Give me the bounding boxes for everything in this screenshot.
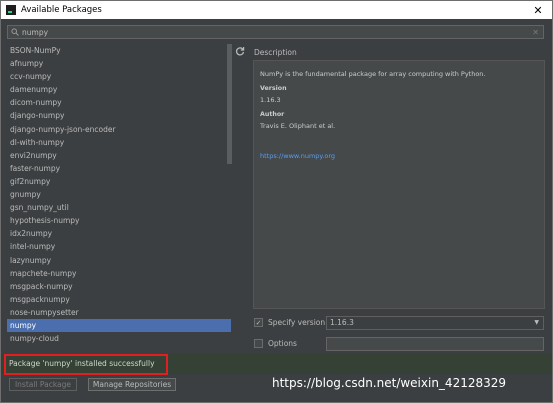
clear-search-icon[interactable]: ✕: [532, 26, 539, 39]
package-list[interactable]: BSON-NumPy afnumpy ccv-numpy damenumpy dicom…: [7, 44, 231, 349]
status-message: Package 'numpy' installed successfully: [1, 354, 552, 374]
package-list-item[interactable]: dicom-numpy: [7, 96, 231, 109]
package-author: Travis E. Oliphant et al.: [260, 122, 336, 130]
options-input[interactable]: [326, 337, 544, 351]
close-button[interactable]: ✕: [524, 1, 552, 19]
version-select-value: 1.16.3: [330, 318, 354, 327]
pycharm-app-icon: [6, 5, 16, 15]
package-version: 1.16.3: [260, 96, 281, 104]
package-list-item[interactable]: lazynumpy: [7, 254, 231, 267]
author-heading: Author: [260, 111, 285, 118]
available-packages-dialog: Available Packages ✕ numpy ✕ BSON-NumPy a…: [0, 0, 553, 403]
package-list-item[interactable]: gsn_numpy_util: [7, 201, 231, 214]
specify-version-checkbox[interactable]: ✓: [254, 318, 263, 327]
package-list-item[interactable]: ccv-numpy: [7, 70, 231, 83]
package-list-item[interactable]: idx2numpy: [7, 227, 231, 240]
package-list-item[interactable]: numpy-cloud: [7, 332, 231, 345]
package-list-item[interactable]: msgpacknumpy: [7, 293, 231, 306]
options-row[interactable]: Options: [254, 339, 297, 348]
manage-repositories-button[interactable]: Manage Repositories: [88, 378, 176, 391]
homepage-link[interactable]: https://www.numpy.org: [260, 152, 538, 160]
specify-version-row[interactable]: ✓ Specify version: [254, 318, 325, 327]
package-list-item[interactable]: hypothesis-numpy: [7, 214, 231, 227]
package-list-item[interactable]: BSON-NumPy: [7, 44, 231, 57]
package-list-item[interactable]: intel-numpy: [7, 240, 231, 253]
version-heading: Version: [260, 85, 287, 92]
specify-version-label: Specify version: [268, 318, 326, 327]
watermark-text: https://blog.csdn.net/weixin_42128329: [272, 376, 507, 390]
package-list-item[interactable]: gif2numpy: [7, 175, 231, 188]
package-list-item[interactable]: faster-numpy: [7, 162, 231, 175]
description-label: Description: [254, 48, 297, 57]
description-panel: NumPy is the fundamental package for arr…: [253, 60, 545, 309]
package-list-item[interactable]: django-numpy: [7, 109, 231, 122]
install-package-button[interactable]: Install Package: [9, 378, 77, 391]
package-list-item[interactable]: nose-numpysetter: [7, 306, 231, 319]
refresh-icon[interactable]: [235, 46, 245, 56]
window-title: Available Packages: [21, 5, 102, 15]
package-list-item[interactable]: envi2numpy: [7, 149, 231, 162]
package-list-item[interactable]: damenumpy: [7, 83, 231, 96]
title-bar: Available Packages ✕: [1, 1, 552, 19]
package-summary: NumPy is the fundamental package for arr…: [260, 70, 486, 78]
options-checkbox[interactable]: [254, 339, 263, 348]
package-list-item[interactable]: django-numpy-json-encoder: [7, 123, 231, 136]
package-list-item[interactable]: afnumpy: [7, 57, 231, 70]
package-list-item[interactable]: gnumpy: [7, 188, 231, 201]
chevron-down-icon: ▼: [534, 319, 539, 326]
package-list-scrollbar[interactable]: [227, 44, 232, 164]
package-list-item[interactable]: mapchete-numpy: [7, 267, 231, 280]
package-search-field[interactable]: numpy ✕: [7, 25, 544, 39]
package-list-item[interactable]: dl-with-numpy: [7, 136, 231, 149]
package-list-item[interactable]: numpy: [7, 318, 231, 333]
package-list-item[interactable]: msgpack-numpy: [7, 280, 231, 293]
search-icon: [8, 28, 22, 36]
options-label: Options: [268, 339, 297, 348]
search-input[interactable]: numpy: [22, 28, 48, 37]
version-select[interactable]: 1.16.3 ▼: [326, 316, 544, 330]
